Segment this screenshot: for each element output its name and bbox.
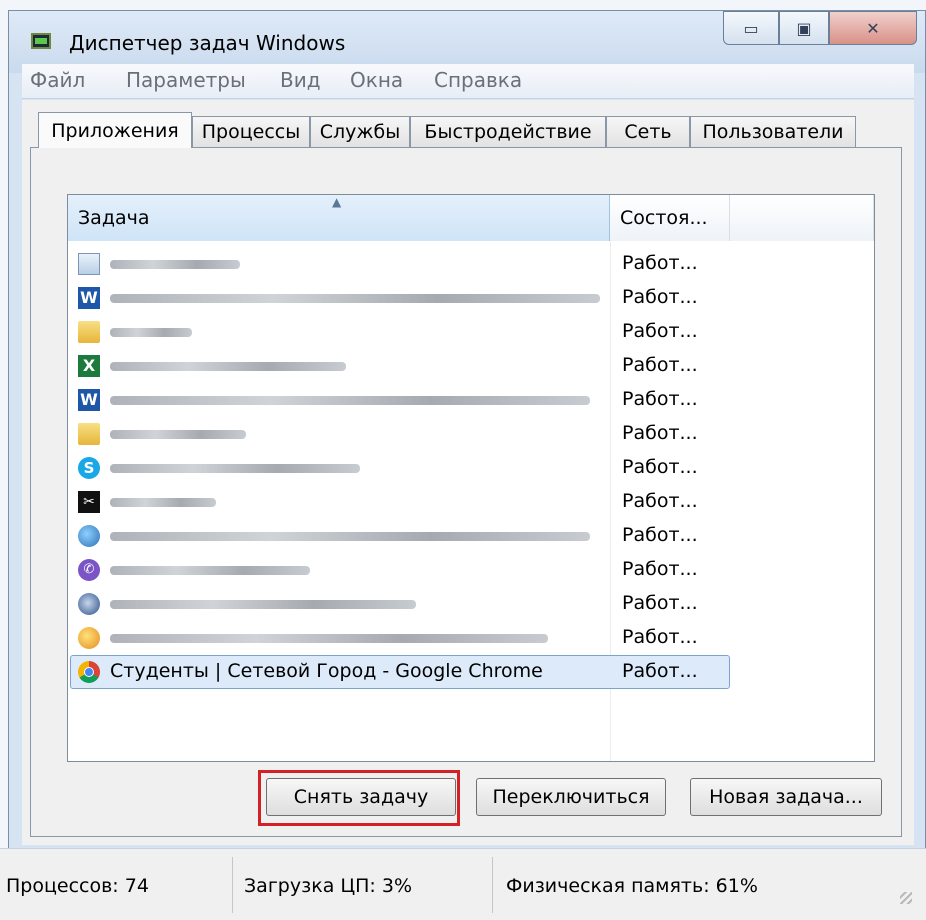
menu-options[interactable]: Параметры <box>126 68 246 92</box>
blurred-task-name <box>110 600 416 609</box>
blurred-task-name <box>110 260 240 269</box>
globe-icon <box>78 525 100 547</box>
table-row[interactable]: S Работ... <box>68 451 874 485</box>
task-status: Работ... <box>622 320 698 342</box>
task-status: Работ... <box>622 422 698 444</box>
table-row[interactable]: W Работ... <box>68 383 874 417</box>
new-task-button[interactable]: Новая задача... <box>690 778 882 816</box>
tab-processes[interactable]: Процессы <box>192 116 310 147</box>
blurred-task-name <box>110 294 600 303</box>
blurred-task-name <box>110 532 590 541</box>
task-manager-icon <box>31 33 51 49</box>
menu-windows[interactable]: Окна <box>350 68 403 92</box>
applications-panel: ▲ Задача Состоя... Работ... W Работ... Р… <box>30 147 902 837</box>
column-header-filler <box>730 195 874 241</box>
blurred-task-name <box>110 566 310 575</box>
task-name: Студенты | Сетевой Город - Google Chrome <box>110 660 543 682</box>
task-status: Работ... <box>622 456 698 478</box>
viber-icon: ✆ <box>78 559 100 581</box>
task-status: Работ... <box>622 660 698 682</box>
notepad-icon <box>78 253 100 275</box>
blurred-task-name <box>110 430 246 439</box>
task-status: Работ... <box>622 626 698 648</box>
minimize-button[interactable]: ▭ <box>723 11 779 45</box>
column-header-task-label: Задача <box>78 207 150 229</box>
status-divider <box>232 857 233 913</box>
blurred-task-name <box>110 634 548 643</box>
tab-performance[interactable]: Быстродействие <box>410 116 606 147</box>
close-button[interactable]: ✕ <box>829 11 917 45</box>
blurred-task-name <box>110 396 590 405</box>
switch-to-button[interactable]: Переключиться <box>476 778 666 816</box>
scissors-icon: ✂ <box>78 491 100 513</box>
table-row[interactable]: W Работ... <box>68 281 874 315</box>
task-status: Работ... <box>622 592 698 614</box>
thunderbird-icon <box>78 593 100 615</box>
window-title: Диспетчер задач Windows <box>69 31 346 55</box>
task-status: Работ... <box>622 388 698 410</box>
skype-icon: S <box>78 457 100 479</box>
chrome-icon <box>78 661 100 683</box>
excel-icon: X <box>78 355 100 377</box>
resize-grip-icon[interactable] <box>900 892 912 904</box>
maximize-button[interactable]: ▣ <box>779 11 829 45</box>
table-row[interactable]: Работ... <box>68 587 874 621</box>
column-header-status[interactable]: Состоя... <box>610 195 730 241</box>
table-row[interactable]: Работ... <box>68 417 874 451</box>
menu-file[interactable]: Файл <box>30 68 85 92</box>
folder-icon <box>78 423 100 445</box>
menu-bar: Файл Параметры Вид Окна Справка <box>22 64 914 99</box>
task-status: Работ... <box>622 252 698 274</box>
status-divider <box>492 857 493 913</box>
word-icon: W <box>78 287 100 309</box>
blurred-task-name <box>110 362 346 371</box>
table-row-selected[interactable]: Студенты | Сетевой Город - Google Chrome… <box>68 655 874 689</box>
table-row[interactable]: ✆ Работ... <box>68 553 874 587</box>
tab-control: Приложения Процессы Службы Быстродействи… <box>22 100 914 845</box>
table-row[interactable]: Работ... <box>68 621 874 655</box>
task-status: Работ... <box>622 558 698 580</box>
paint-icon <box>78 627 100 649</box>
column-header-task[interactable]: ▲ Задача <box>68 195 610 241</box>
status-cpu: Загрузка ЦП: 3% <box>244 875 412 897</box>
applications-list[interactable]: ▲ Задача Состоя... Работ... W Работ... Р… <box>67 194 875 762</box>
blurred-task-name <box>110 498 216 507</box>
task-status: Работ... <box>622 524 698 546</box>
table-row[interactable]: Работ... <box>68 315 874 349</box>
blurred-task-name <box>110 464 360 473</box>
word-icon: W <box>78 389 100 411</box>
tab-services[interactable]: Службы <box>310 116 410 147</box>
status-bar: Процессов: 74 Загрузка ЦП: 3% Физическая… <box>0 848 926 920</box>
table-row[interactable]: ✂ Работ... <box>68 485 874 519</box>
end-task-highlight-frame <box>258 770 460 826</box>
task-status: Работ... <box>622 490 698 512</box>
sort-ascending-icon: ▲ <box>332 195 342 209</box>
menu-help[interactable]: Справка <box>434 68 522 92</box>
table-row[interactable]: Работ... <box>68 519 874 553</box>
folder-icon <box>78 321 100 343</box>
table-row[interactable]: Работ... <box>68 247 874 281</box>
table-row[interactable]: X Работ... <box>68 349 874 383</box>
blurred-task-name <box>110 328 192 337</box>
column-header-status-label: Состоя... <box>620 207 708 229</box>
status-memory: Физическая память: 61% <box>506 875 758 897</box>
task-status: Работ... <box>622 286 698 308</box>
tab-users[interactable]: Пользователи <box>690 116 856 147</box>
task-status: Работ... <box>622 354 698 376</box>
tab-applications[interactable]: Приложения <box>38 112 192 148</box>
status-processes: Процессов: 74 <box>6 875 149 897</box>
menu-view[interactable]: Вид <box>280 68 321 92</box>
tab-network[interactable]: Сеть <box>606 116 690 147</box>
